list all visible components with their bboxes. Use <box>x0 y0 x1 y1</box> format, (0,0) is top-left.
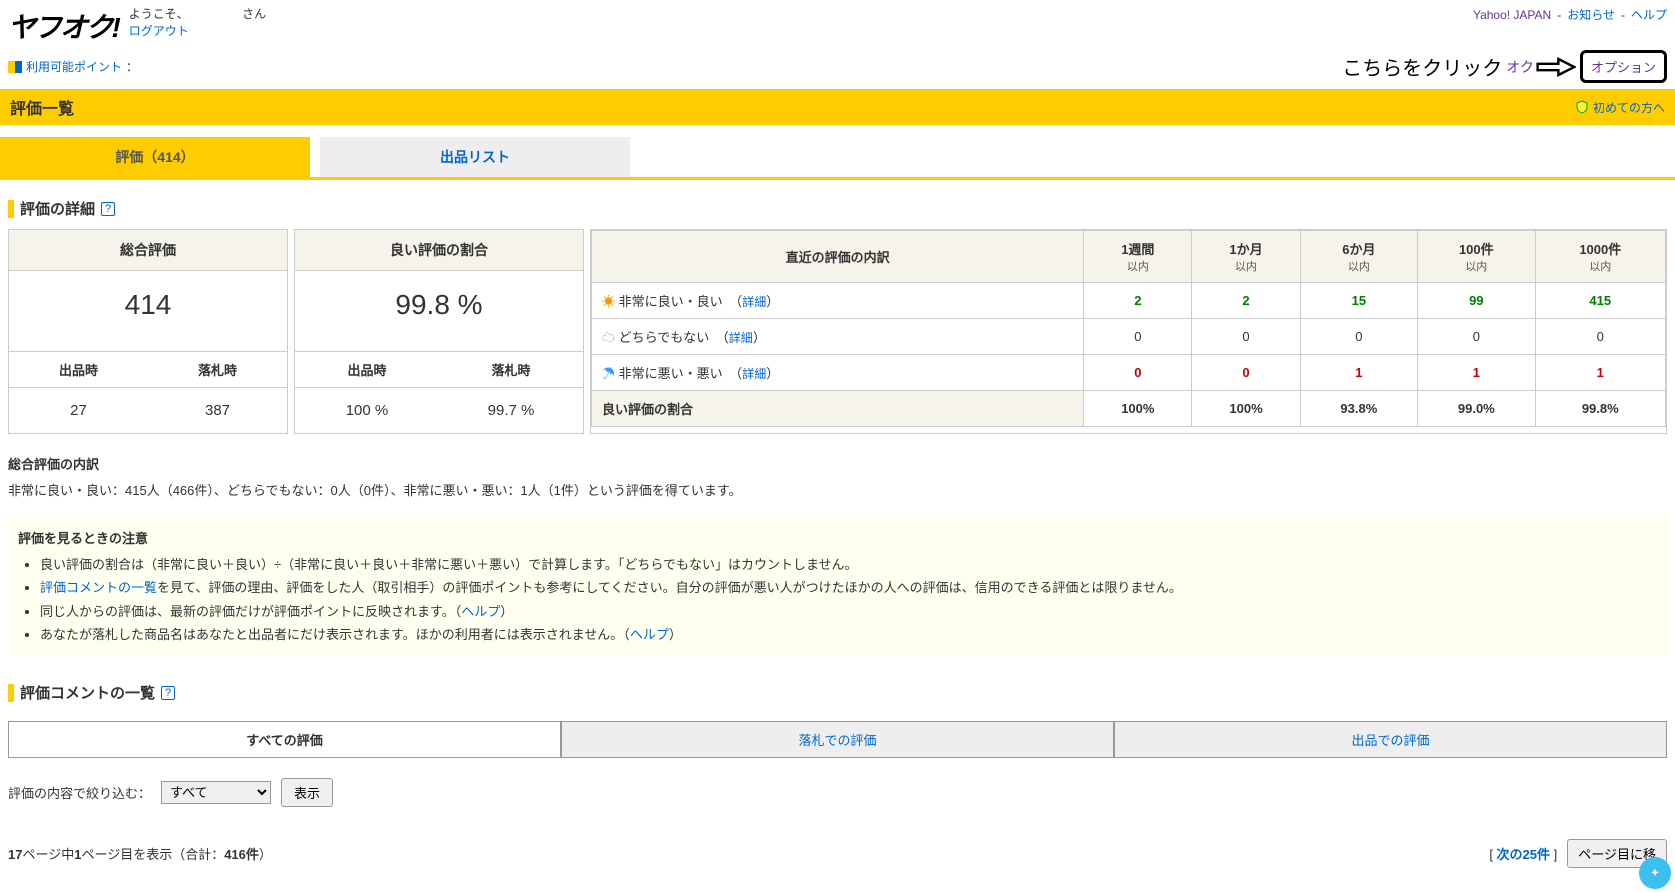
welcome-text: ようこそ、 さん <box>129 6 266 23</box>
help-link[interactable]: ヘルプ <box>1631 6 1667 23</box>
umbrella-icon: ☂ <box>602 366 615 381</box>
section-accent-icon <box>8 200 14 218</box>
cell-value: 0 <box>1418 319 1535 355</box>
cell-value: 99.8% <box>1535 391 1665 427</box>
seller-header: 出品時 <box>295 352 439 387</box>
points-link[interactable]: 利用可能ポイント <box>26 58 122 75</box>
period-header: 100件以内 <box>1418 231 1535 283</box>
cell-value: 1 <box>1535 355 1665 391</box>
cell-value: 99 <box>1418 283 1535 319</box>
filter-select[interactable]: すべて <box>161 781 271 804</box>
filter-label: 評価の内容で絞り込む： <box>8 783 151 802</box>
cell-value: 0 <box>1192 319 1300 355</box>
section-title: 評価の詳細 <box>20 198 95 219</box>
seller-count: 27 <box>9 388 148 433</box>
arrow-right-icon <box>1536 55 1576 79</box>
buyer-header: 落札時 <box>148 352 287 387</box>
tab-listings[interactable]: 出品リスト <box>320 137 630 177</box>
cell-value: 1 <box>1418 355 1535 391</box>
auc-text: オク <box>1506 57 1534 77</box>
tab-ratings[interactable]: 評価（414） <box>0 137 310 177</box>
notice-item: 評価コメントの一覧を見て、評価の理由、評価をした人（取引相手）の評価ポイントも参… <box>40 576 1657 599</box>
cell-value: 15 <box>1300 283 1417 319</box>
click-here-text: こちらをクリック <box>1342 52 1502 81</box>
points-colon: ： <box>126 58 138 75</box>
cell-value: 1 <box>1300 355 1417 391</box>
help-icon[interactable]: ? <box>101 202 115 216</box>
cell-value: 2 <box>1192 283 1300 319</box>
sun-icon: ☀ <box>602 294 615 309</box>
notice-item: 同じ人からの評価は、最新の評価だけが評価ポイントに反映されます。（ヘルプ） <box>40 600 1657 623</box>
breakdown-header: 直近の評価の内訳 <box>592 231 1084 283</box>
cell-value: 100% <box>1192 391 1300 427</box>
first-time-link[interactable]: 初めての方へ <box>1593 99 1665 116</box>
good-ratio-header: 良い評価の割合 <box>295 230 583 271</box>
section-accent-icon <box>8 684 14 702</box>
separator: - <box>1621 8 1625 22</box>
notice-box: 評価を見るときの注意 良い評価の割合は（非常に良い＋良い）÷（非常に良い＋良い＋… <box>8 518 1667 657</box>
separator: - <box>1557 8 1561 22</box>
notice-link[interactable]: お知らせ <box>1567 6 1615 23</box>
good-ratio-row-label: 良い評価の割合 <box>592 391 1084 427</box>
cell-value: 93.8% <box>1300 391 1417 427</box>
notice-item: あなたが落札した商品名はあなたと出品者にだけ表示されます。ほかの利用者には表示さ… <box>40 623 1657 646</box>
period-header: 1000件以内 <box>1535 231 1665 283</box>
next-page-link[interactable]: 次の25件 <box>1497 847 1550 862</box>
total-rating-header: 総合評価 <box>9 230 287 271</box>
period-header: 1週間以内 <box>1084 231 1192 283</box>
logo[interactable]: ヤフオク! <box>8 6 119 46</box>
table-row: 良い評価の割合 100% 100% 93.8% 99.0% 99.8% <box>592 391 1666 427</box>
corner-badge-icon[interactable]: ✦ <box>1639 857 1671 889</box>
breakdown-table: 直近の評価の内訳 1週間以内 1か月以内 6か月以内 100件以内 1000件以… <box>590 229 1667 434</box>
page-title: 評価一覧 <box>10 95 74 119</box>
logout-link[interactable]: ログアウト <box>129 23 266 40</box>
table-row: ☀ 非常に良い・良い （詳細） 2 2 15 99 415 <box>592 283 1666 319</box>
option-button[interactable]: オプション <box>1580 50 1667 83</box>
cell-value: 0 <box>1084 355 1192 391</box>
notice-item: 良い評価の割合は（非常に良い＋良い）÷（非常に良い＋良い＋非常に悪い＋悪い）で計… <box>40 553 1657 576</box>
buyer-pct: 99.7 % <box>439 388 583 433</box>
seller-pct: 100 % <box>295 388 439 433</box>
pager-next-wrap: [ 次の25件 ] <box>1489 844 1557 863</box>
buyer-header: 落札時 <box>439 352 583 387</box>
detail-link[interactable]: 詳細 <box>729 331 753 345</box>
pager-info: 17ページ中1ページ目を表示（合計：416件） <box>8 844 272 863</box>
period-header: 1か月以内 <box>1192 231 1300 283</box>
show-button[interactable]: 表示 <box>281 778 333 807</box>
shield-icon <box>1575 100 1589 114</box>
help-link[interactable]: ヘルプ <box>461 604 500 619</box>
table-row: ☁ どちらでもない （詳細） 0 0 0 0 0 <box>592 319 1666 355</box>
cell-value: 0 <box>1300 319 1417 355</box>
cell-value: 99.0% <box>1418 391 1535 427</box>
filter-tab-buyer[interactable]: 落札での評価 <box>561 721 1114 758</box>
cell-value: 0 <box>1535 319 1665 355</box>
section-title: 評価コメントの一覧 <box>20 682 155 703</box>
help-icon[interactable]: ? <box>161 686 175 700</box>
good-ratio-value: 99.8 % <box>295 271 583 351</box>
period-header: 6か月以内 <box>1300 231 1417 283</box>
cell-value: 100% <box>1084 391 1192 427</box>
breakdown-summary-title: 総合評価の内訳 <box>8 454 1667 473</box>
buyer-count: 387 <box>148 388 287 433</box>
points-icon <box>8 61 22 73</box>
seller-header: 出品時 <box>9 352 148 387</box>
cell-value: 2 <box>1084 283 1192 319</box>
good-ratio-box: 良い評価の割合 99.8 % 出品時 落札時 100 % 99.7 % <box>294 229 584 434</box>
total-rating-value: 414 <box>9 271 287 351</box>
detail-link[interactable]: 詳細 <box>742 367 766 381</box>
cloud-icon: ☁ <box>602 330 615 345</box>
table-row: ☂ 非常に悪い・悪い （詳細） 0 0 1 1 1 <box>592 355 1666 391</box>
filter-tab-seller[interactable]: 出品での評価 <box>1114 721 1667 758</box>
notice-title: 評価を見るときの注意 <box>18 528 1657 547</box>
detail-link[interactable]: 詳細 <box>742 295 766 309</box>
rating-comments-link[interactable]: 評価コメントの一覧 <box>40 580 157 595</box>
breakdown-summary-body: 非常に良い・良い：415人（466件）、どちらでもない：0人（0件）、非常に悪い… <box>8 481 1667 502</box>
cell-value: 0 <box>1192 355 1300 391</box>
filter-tab-all[interactable]: すべての評価 <box>8 721 561 758</box>
cell-value: 415 <box>1535 283 1665 319</box>
yahoo-japan-link[interactable]: Yahoo! JAPAN <box>1473 8 1551 22</box>
cell-value: 0 <box>1084 319 1192 355</box>
help-link[interactable]: ヘルプ <box>630 627 669 642</box>
total-rating-box: 総合評価 414 出品時 落札時 27 387 <box>8 229 288 434</box>
